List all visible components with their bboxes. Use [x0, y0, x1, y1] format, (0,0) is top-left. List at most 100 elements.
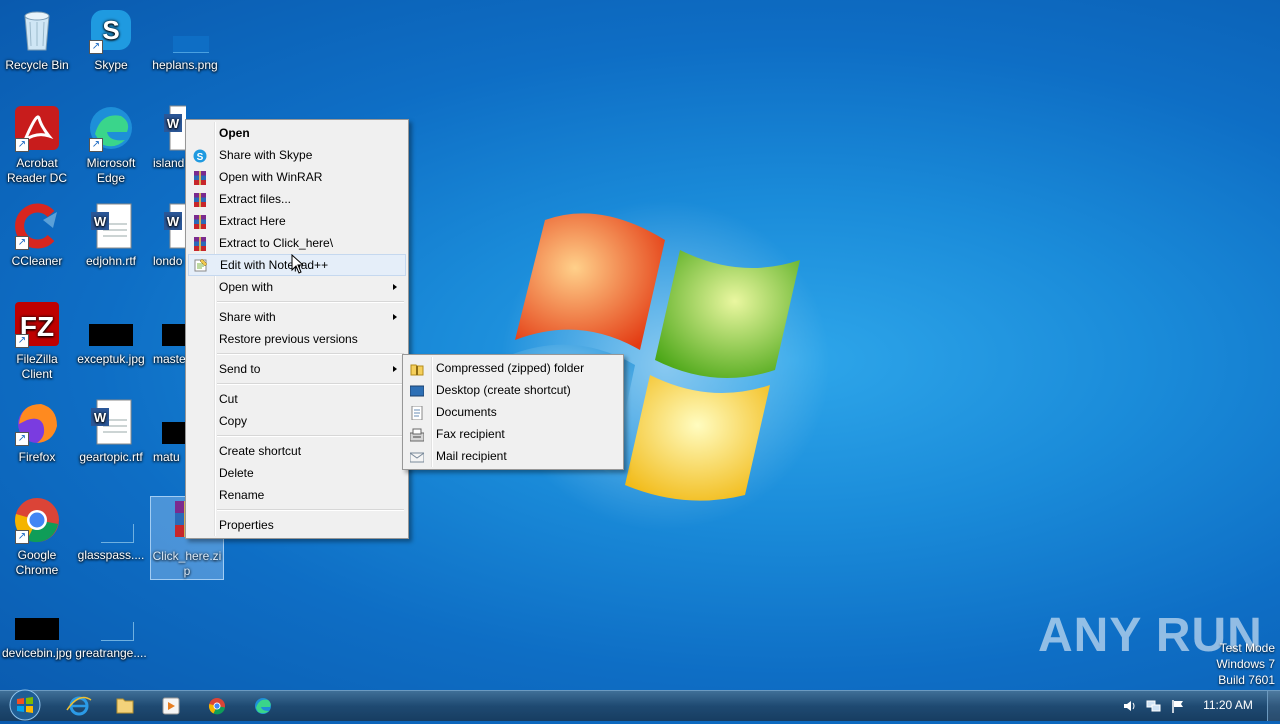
desktop-icon-edjohn[interactable]: W edjohn.rtf: [74, 202, 148, 269]
desktop-icon-chrome[interactable]: ↗ Google Chrome: [0, 496, 74, 578]
desktop-icon-label: Microsoft Edge: [86, 156, 136, 185]
explorer-folder-icon: [116, 698, 134, 714]
desktop-icon-edge[interactable]: ↗ Microsoft Edge: [74, 104, 148, 186]
clock[interactable]: 11:20 AM: [1196, 698, 1260, 712]
menu-item-extract-to-folder[interactable]: Extract to Click_here\: [188, 232, 406, 254]
menu-item-open[interactable]: Open: [188, 122, 406, 144]
taskbar-edge[interactable]: [243, 694, 283, 718]
shortcut-arrow-icon: ↗: [89, 40, 103, 54]
desktop-icon-heplans[interactable]: heplans.png: [148, 6, 222, 73]
desktop-icon-greatrange[interactable]: greatrange....: [74, 594, 148, 661]
desktop-icon-label: Acrobat Reader DC: [6, 156, 68, 185]
word-document-icon: W: [160, 104, 186, 152]
desktop-icon-label: glasspass....: [77, 548, 145, 562]
send-to-desktop-shortcut[interactable]: Desktop (create shortcut): [405, 379, 621, 401]
desktop-icon-acrobat[interactable]: ↗ Acrobat Reader DC: [0, 104, 74, 186]
winrar-icon: [193, 236, 207, 251]
desktop-icon-glasspass[interactable]: glasspass....: [74, 496, 148, 563]
test-mode-line3: Build 7601: [1218, 673, 1275, 687]
menu-item-share-with[interactable]: Share with: [188, 306, 406, 328]
svg-text:W: W: [167, 214, 180, 229]
menu-item-rename[interactable]: Rename: [188, 484, 406, 506]
submenu-arrow-icon: [393, 366, 397, 372]
taskbar-chrome[interactable]: [197, 694, 237, 718]
menu-item-extract-files[interactable]: Extract files...: [188, 188, 406, 210]
image-file-icon: [87, 300, 135, 348]
desktop-icon-label: devicebin.jpg: [1, 646, 73, 660]
internet-explorer-icon: [66, 696, 92, 716]
desktop-icon-label: edjohn.rtf: [85, 254, 137, 268]
menu-item-restore-previous-versions[interactable]: Restore previous versions: [188, 328, 406, 350]
media-player-icon: [162, 697, 180, 715]
desktop-icon-label: maste: [153, 352, 186, 366]
chrome-icon: ↗: [13, 496, 61, 544]
documents-icon: [410, 405, 424, 421]
taskbar-explorer[interactable]: [105, 694, 145, 718]
menu-item-open-with[interactable]: Open with: [188, 276, 406, 298]
menu-item-properties[interactable]: Properties: [188, 514, 406, 536]
send-to-compressed-folder[interactable]: Compressed (zipped) folder: [405, 357, 621, 379]
filezilla-icon: FZ ↗: [13, 300, 61, 348]
notepad-plus-plus-icon: [194, 258, 208, 272]
desktop-icon-maste[interactable]: maste: [148, 300, 186, 367]
desktop-icon-devicebin[interactable]: devicebin.jpg: [0, 594, 74, 661]
system-tray: [1120, 696, 1200, 716]
desktop-icon-label: matu: [153, 450, 180, 464]
acrobat-icon: ↗: [13, 104, 61, 152]
desktop-icon-exceptuk[interactable]: exceptuk.jpg: [74, 300, 148, 367]
desktop-icon-label: geartopic.rtf: [79, 450, 143, 464]
menu-item-open-with-winrar[interactable]: Open with WinRAR: [188, 166, 406, 188]
taskbar-media-player[interactable]: [151, 694, 191, 718]
menu-item-share-with-skype[interactable]: S Share with Skype: [188, 144, 406, 166]
desktop-icon-londo[interactable]: W londo: [148, 202, 186, 269]
recycle-bin-icon: [13, 6, 61, 54]
image-file-icon: [160, 398, 186, 446]
start-button[interactable]: [5, 689, 45, 721]
svg-text:W: W: [167, 116, 180, 131]
mail-icon: [409, 449, 425, 463]
start-orb-icon: [9, 689, 41, 721]
desktop-icon-label: greatrange....: [75, 646, 147, 660]
volume-icon[interactable]: [1122, 698, 1138, 714]
desktop-icon-skype[interactable]: S ↗ Skype: [74, 6, 148, 73]
test-mode-line1: Test Mode: [1219, 641, 1275, 655]
desktop-icon-firefox[interactable]: ↗ Firefox: [0, 398, 74, 465]
context-menu: Open S Share with Skype Open with WinRAR…: [185, 119, 409, 539]
winrar-icon: [193, 170, 207, 185]
svg-text:S: S: [197, 152, 204, 163]
menu-item-extract-here[interactable]: Extract Here: [188, 210, 406, 232]
send-to-documents[interactable]: Documents: [405, 401, 621, 423]
menu-item-copy[interactable]: Copy: [188, 410, 406, 432]
send-to-fax-recipient[interactable]: Fax recipient: [405, 423, 621, 445]
skype-icon: S ↗: [87, 6, 135, 54]
network-icon[interactable]: [1146, 698, 1162, 714]
desktop-icon-label: Click_here.zip: [152, 549, 222, 578]
svg-text:W: W: [94, 214, 107, 229]
desktop-icon-island[interactable]: W island: [148, 104, 186, 171]
taskbar-internet-explorer[interactable]: [59, 694, 99, 718]
mouse-cursor-icon: [291, 254, 303, 274]
test-mode-text: Test Mode Windows 7 Build 7601: [1216, 640, 1275, 688]
desktop-icon-label: Recycle Bin: [5, 58, 69, 72]
shortcut-arrow-icon: ↗: [15, 432, 29, 446]
word-document-icon: W: [87, 398, 135, 446]
desktop-icon-label: Skype: [94, 58, 128, 72]
desktop-icon: [409, 383, 425, 397]
menu-separator: [217, 353, 404, 355]
menu-item-create-shortcut[interactable]: Create shortcut: [188, 440, 406, 462]
desktop-icon-matu[interactable]: matu: [148, 398, 186, 465]
menu-item-cut[interactable]: Cut: [188, 388, 406, 410]
desktop-icon-ccleaner[interactable]: ↗ CCleaner: [0, 202, 74, 269]
desktop-icon-recycle-bin[interactable]: Recycle Bin: [0, 6, 74, 73]
desktop-icon-label: Firefox: [18, 450, 56, 464]
send-to-mail-recipient[interactable]: Mail recipient: [405, 445, 621, 467]
skype-icon: S: [193, 148, 207, 163]
menu-item-send-to[interactable]: Send to: [188, 358, 406, 380]
menu-item-delete[interactable]: Delete: [188, 462, 406, 484]
desktop-icon-filezilla[interactable]: FZ ↗ FileZilla Client: [0, 300, 74, 382]
menu-separator: [217, 509, 404, 511]
winrar-icon: [193, 214, 207, 229]
show-desktop-button[interactable]: [1267, 691, 1280, 721]
desktop-icon-geartopic[interactable]: W geartopic.rtf: [74, 398, 148, 465]
flag-icon[interactable]: [1170, 698, 1186, 714]
